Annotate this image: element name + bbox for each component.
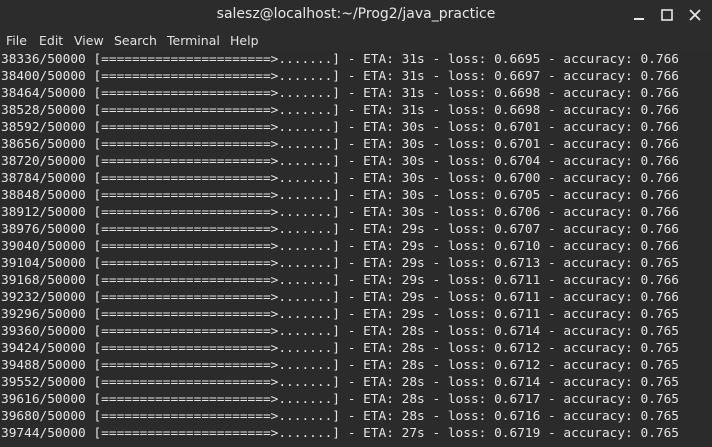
close-button[interactable] — [684, 4, 706, 26]
minimize-button[interactable] — [628, 4, 650, 26]
terminal-line: 39168/50000 [======================>....… — [1, 273, 679, 288]
menu-terminal[interactable]: Terminal — [167, 32, 220, 49]
terminal-line: 38656/50000 [======================>....… — [1, 137, 679, 152]
window-title: salesz@localhost:~/Prog2/java_practice — [216, 6, 496, 22]
menu-search[interactable]: Search — [114, 32, 157, 49]
menu-view[interactable]: View — [74, 32, 104, 49]
terminal-line: 38528/50000 [======================>....… — [1, 103, 679, 118]
terminal-line: 38912/50000 [======================>....… — [1, 205, 679, 220]
terminal-line: 38336/50000 [======================>....… — [1, 52, 679, 67]
terminal-window: salesz@localhost:~/Prog2/java_practice F… — [0, 0, 712, 447]
terminal-line: 39552/50000 [======================>....… — [1, 375, 679, 390]
terminal-line: 38400/50000 [======================>....… — [1, 69, 679, 84]
minimize-icon — [634, 18, 644, 20]
menu-file[interactable]: File — [6, 32, 27, 49]
terminal-output[interactable]: 38336/50000 [======================>....… — [0, 51, 712, 447]
terminal-line: 38976/50000 [======================>....… — [1, 222, 679, 237]
close-icon — [689, 9, 701, 21]
menu-bar: File Edit View Search Terminal Help — [0, 29, 712, 51]
menu-help[interactable]: Help — [230, 32, 259, 49]
maximize-button[interactable] — [656, 4, 678, 26]
terminal-line: 39296/50000 [======================>....… — [1, 307, 679, 322]
terminal-line: 38784/50000 [======================>....… — [1, 171, 679, 186]
terminal-line: 39488/50000 [======================>....… — [1, 358, 679, 373]
terminal-line: 39424/50000 [======================>....… — [1, 341, 679, 356]
title-bar[interactable]: salesz@localhost:~/Prog2/java_practice — [0, 0, 712, 29]
terminal-line: 38592/50000 [======================>....… — [1, 120, 679, 135]
maximize-icon — [661, 9, 673, 21]
terminal-line: 39232/50000 [======================>....… — [1, 290, 679, 305]
terminal-line: 38464/50000 [======================>....… — [1, 86, 679, 101]
terminal-line: 39360/50000 [======================>....… — [1, 324, 679, 339]
menu-edit[interactable]: Edit — [39, 32, 63, 49]
terminal-line: 38848/50000 [======================>....… — [1, 188, 679, 203]
terminal-line: 39744/50000 [======================>....… — [1, 426, 679, 441]
terminal-line: 39616/50000 [======================>....… — [1, 392, 679, 407]
terminal-line: 38720/50000 [======================>....… — [1, 154, 679, 169]
terminal-line: 39680/50000 [======================>....… — [1, 409, 679, 424]
terminal-line: 39040/50000 [======================>....… — [1, 239, 679, 254]
terminal-line: 39104/50000 [======================>....… — [1, 256, 679, 271]
